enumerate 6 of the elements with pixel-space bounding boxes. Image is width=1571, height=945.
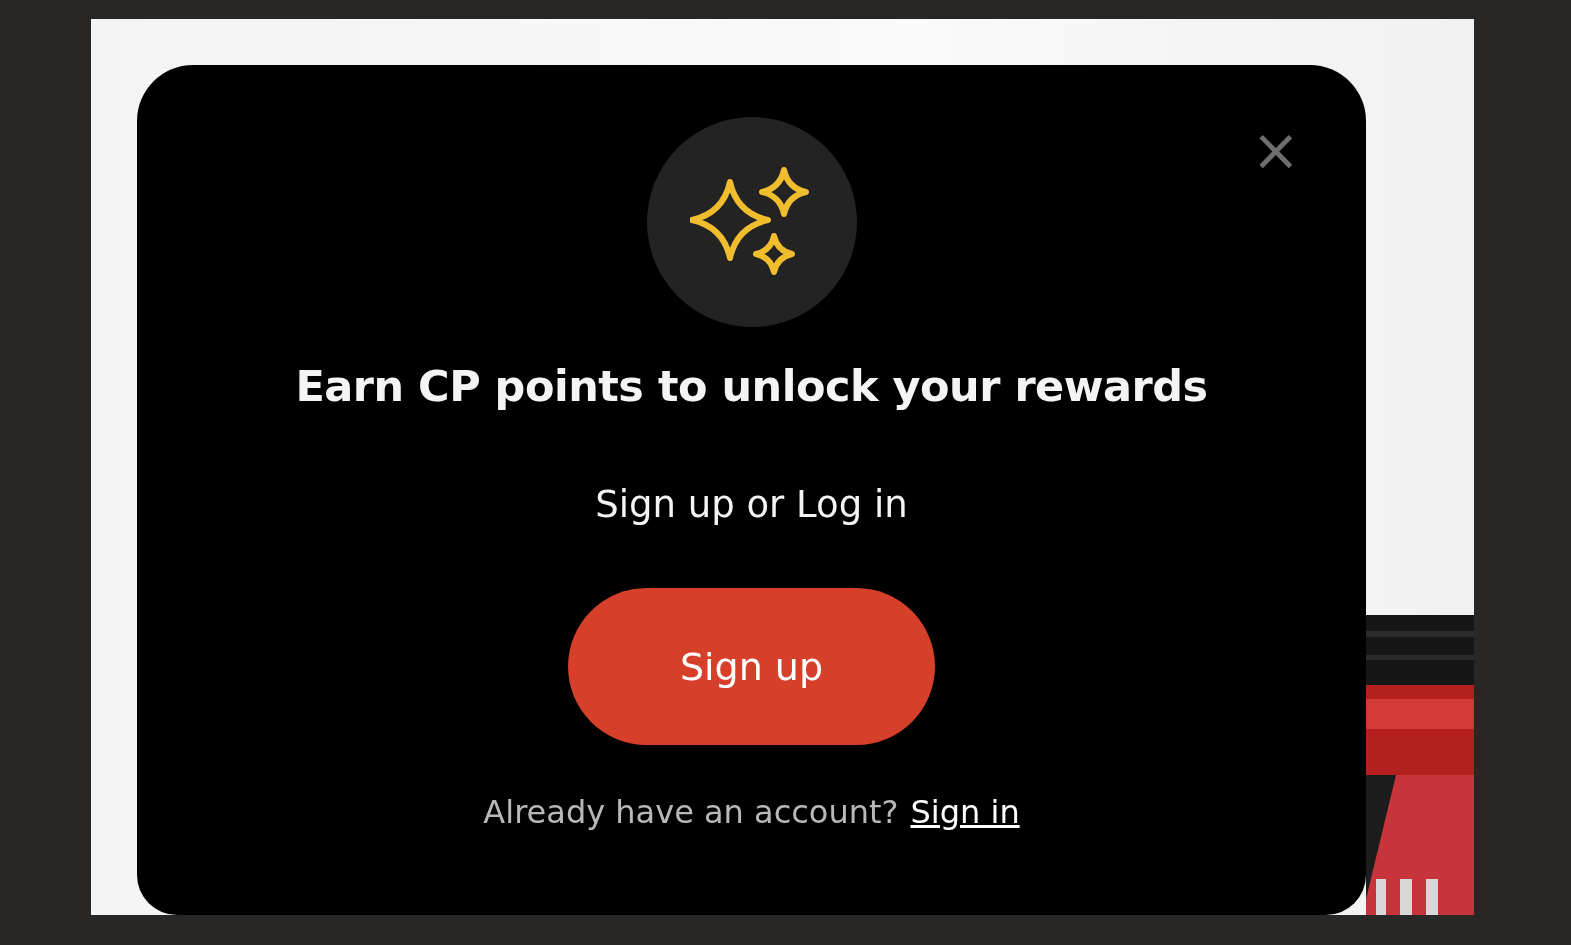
dialog-subtitle: Sign up or Log in	[595, 483, 908, 526]
sign-in-link[interactable]: Sign in	[910, 793, 1020, 831]
account-prompt: Already have an account?	[483, 793, 899, 831]
close-button[interactable]: ×	[1247, 121, 1304, 179]
dialog-title: Earn CP points to unlock your rewards	[295, 361, 1208, 411]
sign-up-button[interactable]: Sign up	[568, 588, 935, 745]
